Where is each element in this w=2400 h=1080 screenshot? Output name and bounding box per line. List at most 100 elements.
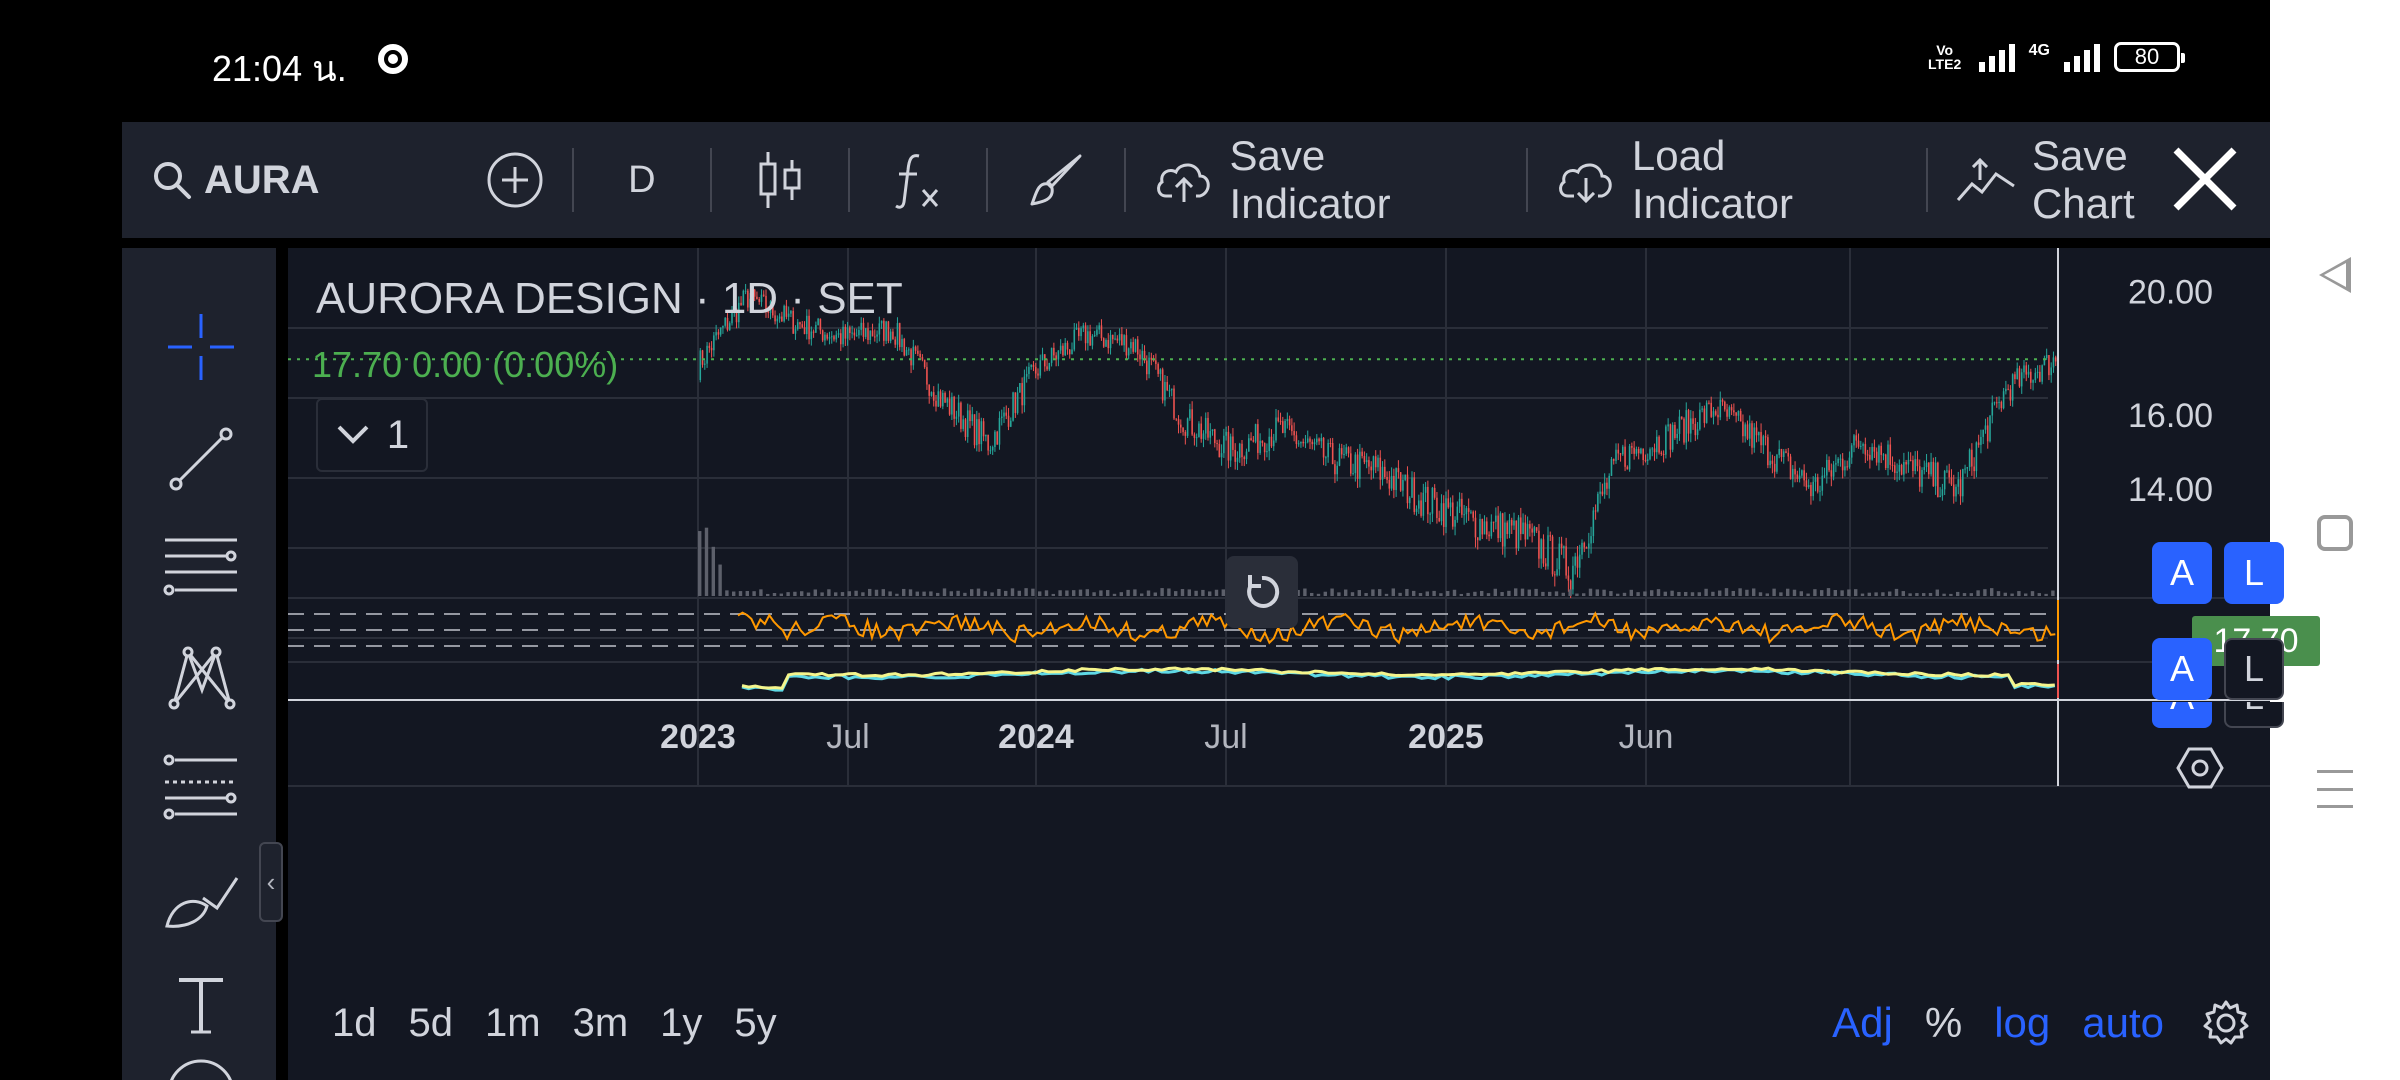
- candle-body: [1612, 459, 1615, 461]
- auto-toggle[interactable]: auto: [2082, 999, 2164, 1047]
- more-tools-button[interactable]: [162, 1058, 240, 1080]
- candle-body: [1624, 446, 1626, 467]
- candle-body: [1461, 498, 1463, 515]
- candle-body: [1971, 449, 1973, 467]
- volume-bar: [1595, 589, 1599, 596]
- candle-body: [1703, 408, 1706, 423]
- percent-toggle[interactable]: %: [1925, 999, 1962, 1047]
- candle-body: [1393, 475, 1395, 490]
- volume-bar: [2024, 593, 2028, 596]
- volume-bar: [1493, 588, 1497, 596]
- recents-icon[interactable]: [2317, 770, 2353, 808]
- adjust-toggle[interactable]: Adj: [1832, 999, 1893, 1047]
- candle-body: [2016, 368, 2018, 380]
- volume-bar: [1847, 589, 1851, 596]
- candle-body: [1701, 408, 1703, 410]
- volume-bar: [1214, 589, 1219, 596]
- reset-chart-button[interactable]: [1226, 556, 1298, 628]
- candle-body: [826, 334, 828, 339]
- candle-body: [903, 338, 906, 356]
- indicator-collapse-button[interactable]: 1: [316, 398, 428, 472]
- log-toggle[interactable]: log: [1994, 999, 2050, 1047]
- range-1d[interactable]: 1d: [332, 1001, 401, 1046]
- candle-body: [1229, 436, 1232, 461]
- volume-bar: [1112, 593, 1117, 596]
- prediction-tool[interactable]: [162, 748, 240, 826]
- log-scale-button[interactable]: L: [2224, 542, 2284, 604]
- candle-body: [1243, 457, 1246, 460]
- candle-body: [1585, 547, 1588, 549]
- candle-body: [2030, 371, 2032, 383]
- pattern-tool[interactable]: [162, 638, 240, 716]
- range-1y[interactable]: 1y: [660, 1001, 726, 1046]
- volume-bar: [1908, 593, 1912, 596]
- candle-body: [722, 325, 724, 328]
- candle-body: [985, 434, 987, 437]
- candle-body: [926, 367, 928, 385]
- volume-bar: [1146, 590, 1151, 596]
- back-icon[interactable]: [2319, 257, 2351, 293]
- range-1m[interactable]: 1m: [485, 1001, 565, 1046]
- interval-button[interactable]: D: [574, 122, 710, 238]
- chart-area[interactable]: 20.00 16.00 14.00 2023 Jul 2024 Jul 2025 Jun AUR…: [288, 248, 2320, 1080]
- auto-scale-button[interactable]: A: [2152, 542, 2212, 604]
- candle-body: [1155, 360, 1157, 364]
- collapse-toolbar-button[interactable]: ‹: [259, 842, 283, 922]
- candle-body: [2048, 354, 2050, 376]
- candle-body: [871, 330, 874, 337]
- candle-body: [1513, 520, 1515, 526]
- candle-body: [1411, 477, 1413, 498]
- fib-tool[interactable]: [162, 528, 240, 606]
- volume-bar: [1548, 591, 1552, 596]
- macd-log-button[interactable]: L: [2224, 702, 2284, 728]
- candle-body: [1297, 443, 1300, 445]
- volume-bar: [1051, 593, 1055, 596]
- gear-icon[interactable]: [2202, 999, 2250, 1047]
- brush-tool[interactable]: [162, 858, 240, 936]
- volume-bar: [1915, 593, 1919, 596]
- candle-body: [1733, 410, 1735, 413]
- template-button[interactable]: [988, 122, 1124, 238]
- volume-bar: [1996, 591, 2001, 596]
- range-5y[interactable]: 5y: [734, 1001, 800, 1046]
- candle-body: [2018, 368, 2021, 387]
- goto-realtime-icon[interactable]: [2176, 746, 2224, 790]
- candle-body: [867, 328, 869, 341]
- save-indicator-button[interactable]: Save Indicator: [1126, 122, 1526, 238]
- candle-body: [955, 416, 958, 419]
- brush-icon: [1030, 154, 1082, 206]
- crosshair-tool[interactable]: [162, 308, 240, 386]
- volume-bar: [895, 593, 899, 596]
- candle-body: [846, 327, 849, 339]
- home-icon[interactable]: [2317, 515, 2353, 551]
- candle-body: [1626, 466, 1629, 470]
- rsi-log-button[interactable]: L: [2224, 638, 2284, 700]
- symbol-search-button[interactable]: AURA: [122, 122, 432, 238]
- rsi-auto-button[interactable]: A: [2152, 638, 2212, 700]
- candle-body: [1016, 392, 1019, 413]
- volume-bar: [1167, 588, 1171, 596]
- candle-body: [1146, 360, 1148, 375]
- compare-symbol-button[interactable]: [432, 122, 572, 238]
- text-tool[interactable]: [162, 966, 240, 1044]
- indicators-button[interactable]: [850, 122, 986, 238]
- trend-line-tool[interactable]: [162, 420, 240, 498]
- range-3m[interactable]: 3m: [573, 1001, 653, 1046]
- volume-bar: [1935, 589, 1939, 596]
- volume-bar: [1922, 593, 1926, 596]
- load-indicator-button[interactable]: Load Indicator: [1528, 122, 1926, 238]
- candle-body: [1245, 451, 1248, 460]
- candle-body: [1832, 464, 1835, 477]
- volume-bar: [888, 591, 892, 596]
- volume-bar: [1038, 591, 1042, 596]
- text-icon: [179, 978, 223, 1034]
- candle-body: [713, 335, 715, 351]
- candle-body: [1782, 451, 1785, 457]
- macd-auto-button[interactable]: A: [2152, 702, 2212, 728]
- close-icon[interactable]: [2168, 142, 2242, 216]
- candle-body: [885, 321, 887, 341]
- chart-type-button[interactable]: [712, 122, 848, 238]
- range-5d[interactable]: 5d: [409, 1001, 478, 1046]
- volume-bar: [1786, 588, 1790, 596]
- volume-bar: [1119, 592, 1123, 596]
